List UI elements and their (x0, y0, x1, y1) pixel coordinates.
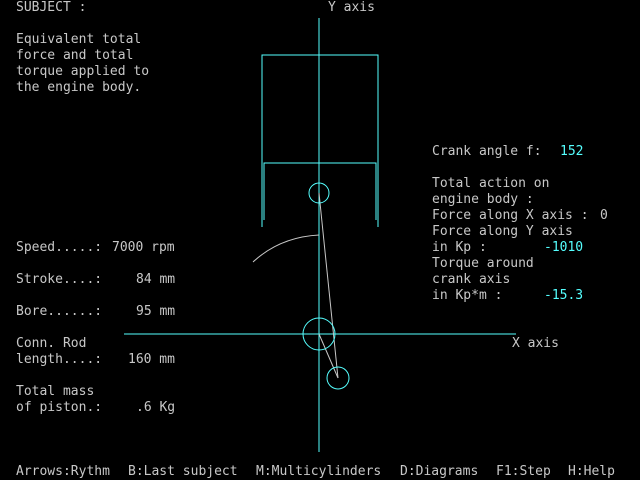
speed-value: 7000 rpm (112, 240, 175, 255)
subject-line: force and total (16, 48, 134, 63)
subject-line: Equivalent total (16, 32, 142, 47)
stroke-value: 84 mm (136, 272, 176, 287)
force-y-label: in Kp : (432, 240, 487, 255)
total-action-label: Total action on (432, 176, 550, 191)
force-x-value: 0 (600, 208, 608, 223)
torque-label: crank axis (432, 272, 511, 287)
piston-outline (263, 162, 377, 220)
subject-line: torque applied to (16, 64, 150, 79)
conn-rod-value: 160 mm (128, 352, 175, 367)
conn-rod-label: Conn. Rod (16, 336, 87, 351)
bore-value: 95 mm (136, 304, 176, 319)
menu-rythm[interactable]: Arrows:Rythm (16, 464, 110, 480)
menu-step[interactable]: F1:Step (496, 464, 551, 480)
stroke-label: Stroke....: (16, 272, 103, 287)
mass-label: Total mass (16, 384, 95, 399)
crank-arm (318, 333, 339, 379)
torque-label: Torque around (432, 256, 534, 271)
bore-label: Bore......: (16, 304, 103, 319)
crank-angle-value: 152 (560, 144, 584, 159)
force-y-value: -1010 (544, 240, 584, 255)
x-axis-label: X axis (512, 336, 559, 351)
conn-rod-label: length....: (16, 352, 103, 367)
menu-last-subject[interactable]: B:Last subject (128, 464, 238, 480)
speed-label: Speed.....: (16, 240, 103, 255)
mass-value: .6 Kg (136, 400, 176, 415)
menu-diagrams[interactable]: D:Diagrams (400, 464, 478, 480)
mass-label: of piston.: (16, 400, 103, 415)
torque-value: -15.3 (544, 288, 584, 303)
crank-trajectory-arc (252, 234, 320, 263)
subject-line: the engine body. (16, 80, 142, 95)
y-axis-label: Y axis (328, 0, 375, 15)
subject-label: SUBJECT : (16, 0, 87, 15)
force-x-label: Force along X axis : (432, 208, 589, 223)
crank-angle-label: Crank angle f: (432, 144, 542, 159)
force-y-label: Force along Y axis (432, 224, 573, 239)
menu-help[interactable]: H:Help (568, 464, 615, 480)
total-action-label: engine body : (432, 192, 534, 207)
torque-label: in Kp*m : (432, 288, 503, 303)
menu-multicylinders[interactable]: M:Multicylinders (256, 464, 381, 480)
